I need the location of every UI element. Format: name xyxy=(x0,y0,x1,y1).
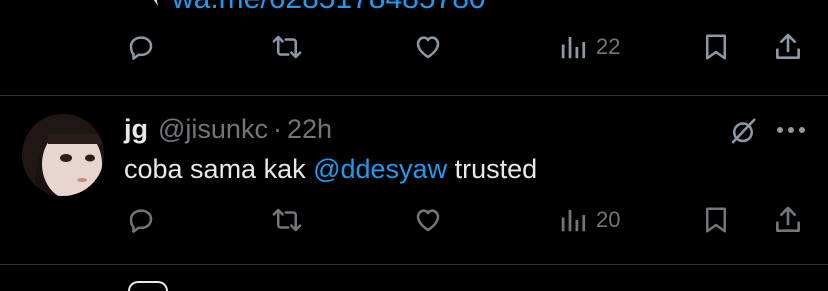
user-handle[interactable]: @jisunkc xyxy=(158,114,268,145)
views-icon xyxy=(561,210,586,232)
like-button[interactable] xyxy=(412,205,444,235)
like-button[interactable] xyxy=(412,32,444,62)
more-icon[interactable] xyxy=(776,126,806,134)
tweet-actions: 20 xyxy=(0,200,828,240)
views-button[interactable]: 22 xyxy=(558,32,620,62)
tweet-text-end: trusted xyxy=(447,154,538,184)
bookmark-button[interactable] xyxy=(702,205,730,235)
retweet-icon xyxy=(272,35,302,59)
timestamp[interactable]: 22h xyxy=(287,114,332,145)
tweet-text: coba sama kak @ddesyaw trusted xyxy=(124,154,537,185)
share-button[interactable] xyxy=(772,204,804,236)
bookmark-icon xyxy=(706,207,726,233)
next-tweet-icon xyxy=(128,281,168,291)
separator-dot: · xyxy=(272,114,282,144)
views-count: 20 xyxy=(596,207,621,232)
views-count: 22 xyxy=(596,34,621,59)
views-icon xyxy=(561,37,586,59)
retweet-icon xyxy=(272,208,302,232)
reply-icon xyxy=(129,209,153,233)
tweet-divider xyxy=(0,264,828,265)
bookmark-button[interactable] xyxy=(702,32,730,62)
like-icon xyxy=(416,36,440,59)
tweet-header: jg @jisunkc · 22h xyxy=(124,114,332,145)
tweet-text-start: coba sama kak xyxy=(124,154,314,184)
reply-button[interactable] xyxy=(126,32,156,62)
mention-link[interactable]: @ddesyaw xyxy=(313,154,447,184)
previous-tweet-actions: 22 xyxy=(0,27,828,67)
grok-icon[interactable] xyxy=(728,116,758,146)
share-icon xyxy=(776,33,800,59)
reply-icon xyxy=(129,36,153,60)
whatsapp-icon xyxy=(146,0,158,6)
avatar-portrait-icon xyxy=(22,114,104,196)
display-name[interactable]: jg xyxy=(124,114,148,145)
retweet-button[interactable] xyxy=(270,205,304,235)
retweet-button[interactable] xyxy=(270,32,304,62)
like-icon xyxy=(416,209,440,232)
bookmark-icon xyxy=(706,34,726,60)
share-button[interactable] xyxy=(772,31,804,63)
share-icon xyxy=(776,206,800,232)
whatsapp-link[interactable]: wa.me/6285178485780 xyxy=(172,0,486,16)
previous-tweet: wa.me/6285178485780 22 xyxy=(0,0,828,95)
reply-button[interactable] xyxy=(126,205,156,235)
tweet[interactable]: jg @jisunkc · 22h coba sama kak @ddesyaw… xyxy=(0,96,828,264)
views-button[interactable]: 20 xyxy=(558,205,620,235)
avatar[interactable] xyxy=(22,114,104,196)
